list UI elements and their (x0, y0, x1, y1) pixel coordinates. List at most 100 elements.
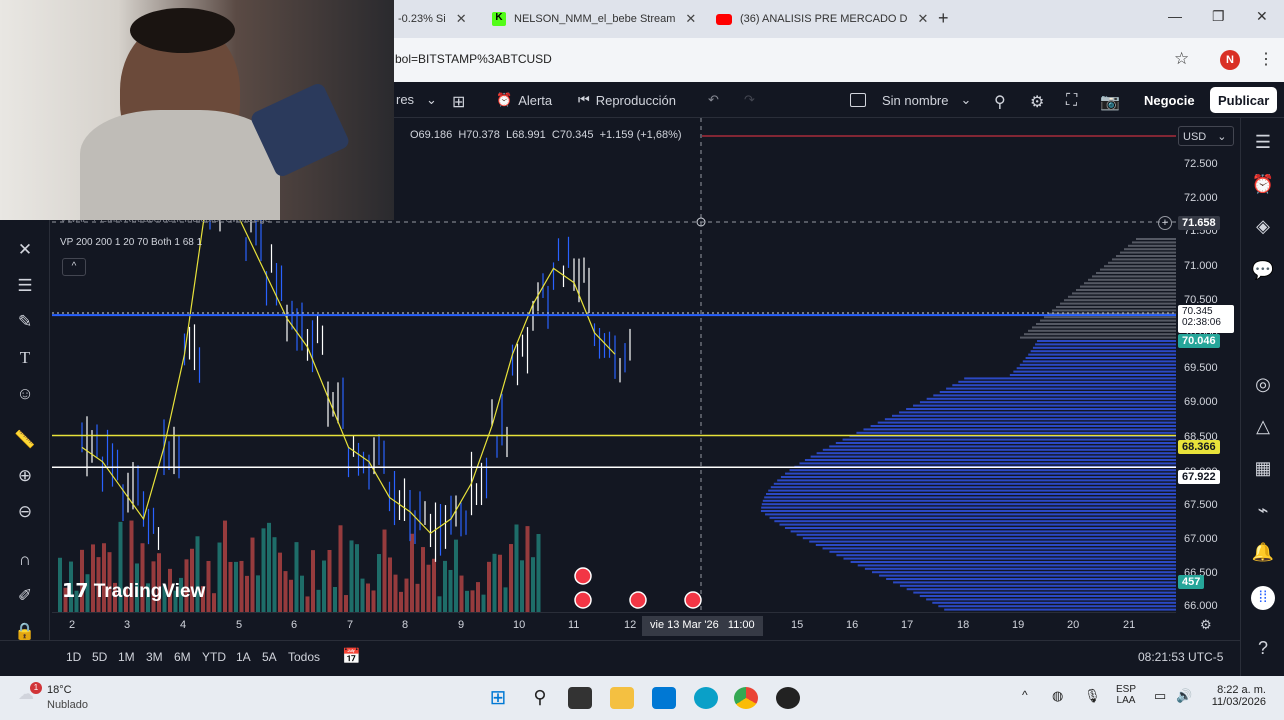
lines-tool-icon[interactable]: ☰ (12, 276, 38, 298)
time-axis[interactable] (52, 612, 1176, 638)
maximize-button[interactable]: ❐ (1212, 8, 1225, 25)
range-button-1m[interactable]: 1M (118, 650, 135, 664)
volume-profile-bar (1120, 251, 1176, 254)
lock-drawing-icon[interactable]: ✐ (12, 586, 38, 608)
event-flag-icon[interactable] (574, 567, 592, 585)
time-tick: 16 (846, 619, 859, 631)
browser-tab[interactable]: K NELSON_NMM_el_bebe Stream ✕ (492, 6, 696, 32)
close-window-button[interactable]: ✕ (1256, 8, 1268, 25)
zoom-in-icon[interactable]: ⊕ (12, 466, 38, 488)
collapse-legend-button[interactable]: ^ (62, 258, 86, 276)
time-tick: 5 (236, 619, 243, 631)
watchlist-icon[interactable]: ☰ (1251, 132, 1275, 156)
windows-start-icon[interactable]: ⊞ (486, 687, 510, 709)
close-icon[interactable]: ✕ (456, 11, 467, 27)
zoom-out-icon[interactable]: ⊖ (12, 502, 38, 524)
browser-tab[interactable]: (36) ANALISIS PRE MERCADO D ✕ (716, 6, 928, 32)
url-text[interactable]: bol=BITSTAMP%3ABTCUSD (395, 52, 552, 66)
network-icon[interactable]: ◍ (1052, 688, 1063, 704)
axis-settings-icon[interactable]: ⚙ (1200, 617, 1212, 633)
volume-profile-bar (829, 445, 1176, 448)
range-button-1d[interactable]: 1D (66, 650, 81, 664)
language-indicator[interactable]: ESP LAA (1116, 684, 1136, 706)
menu-dots-icon[interactable]: ⋮ (1258, 49, 1274, 69)
range-button-todos[interactable]: Todos (288, 650, 320, 664)
obs-icon[interactable] (776, 687, 800, 709)
layers-icon[interactable]: ◈ (1251, 216, 1275, 240)
search-icon[interactable]: ⚲ (528, 687, 552, 709)
gear-icon[interactable]: ⚙ (1030, 92, 1044, 112)
calendar-icon[interactable]: ▦ (1251, 458, 1275, 482)
event-flag-icon[interactable] (629, 591, 647, 609)
volume-icon[interactable]: 🔊 (1176, 688, 1192, 704)
broadcast-icon[interactable]: ⌁ (1251, 500, 1275, 524)
event-flag-icon[interactable] (684, 591, 702, 609)
replay-button[interactable]: ⏮ Reproducción (578, 92, 676, 108)
redo-icon[interactable]: ↷ (744, 92, 755, 108)
tab-title: NELSON_NMM_el_bebe Stream (514, 13, 676, 25)
fullscreen-icon[interactable]: ⛶ (1066, 92, 1077, 110)
alarm-clock-icon[interactable]: ⏰ (1251, 174, 1275, 198)
cross-tool-icon[interactable]: ✕ (12, 240, 38, 262)
camera-icon[interactable]: 📷 (1100, 92, 1120, 112)
store-icon[interactable] (652, 687, 676, 709)
star-icon[interactable]: ☆ (1174, 49, 1189, 69)
range-button-5d[interactable]: 5D (92, 650, 107, 664)
volume-bar (272, 537, 277, 612)
add-alert-icon[interactable]: + (1158, 216, 1172, 230)
alert-button[interactable]: ⏰ Alerta (496, 92, 552, 108)
notification-badge: 1 (30, 682, 42, 694)
file-explorer-icon[interactable] (610, 687, 634, 709)
volume-profile-bar (1096, 272, 1176, 274)
publish-button[interactable]: Publicar (1210, 87, 1278, 113)
text-tool-icon[interactable]: T (12, 348, 38, 370)
utc-clock[interactable]: 08:21:53 UTC-5 (1138, 650, 1223, 664)
display-icon[interactable]: ▭ (1154, 688, 1166, 704)
weather-temp[interactable]: 18°C (47, 684, 72, 696)
target-icon[interactable]: ◎ (1251, 374, 1275, 398)
event-flag-icon[interactable] (574, 591, 592, 609)
layout-selector[interactable]: Sin nombre ⌄ (850, 92, 971, 108)
volume-profile-legend[interactable]: VP 200 200 1 20 70 Both 1 68 1 (60, 237, 202, 248)
profile-avatar[interactable]: N (1220, 50, 1240, 70)
range-button-ytd[interactable]: YTD (202, 650, 226, 664)
undo-icon[interactable]: ↶ (708, 92, 719, 108)
layout-grid-icon[interactable]: ⊞ (452, 92, 465, 112)
range-button-1a[interactable]: 1A (236, 650, 251, 664)
volume-profile-bar (1108, 261, 1176, 264)
range-button-5a[interactable]: 5A (262, 650, 277, 664)
browser-tab[interactable]: -0.23% Si ✕ (398, 6, 467, 32)
bell-icon[interactable]: 🔔 (1251, 542, 1275, 566)
triangle-icon[interactable]: △ (1251, 416, 1275, 440)
currency-selector[interactable]: USD ⌄ (1178, 126, 1234, 146)
calendar-range-icon[interactable]: 📅 (342, 647, 361, 665)
close-icon[interactable]: ✕ (918, 11, 929, 27)
new-tab-button[interactable]: + (938, 8, 949, 29)
chat-icon[interactable]: 💬 (1251, 260, 1275, 284)
range-button-6m[interactable]: 6M (174, 650, 191, 664)
chrome-icon[interactable] (734, 687, 758, 709)
close-icon[interactable]: ✕ (685, 11, 696, 27)
trade-button[interactable]: Negocie (1134, 88, 1205, 112)
chevron-up-icon[interactable]: ^ (1022, 688, 1028, 702)
emoji-tool-icon[interactable]: ☺ (12, 384, 38, 406)
volume-profile-bar (913, 404, 1176, 407)
brush-tool-icon[interactable]: ✎ (12, 312, 38, 334)
apps-grid-icon[interactable]: ⁞⁞ (1251, 586, 1275, 610)
magnet-icon[interactable]: ∩ (12, 550, 38, 572)
chevron-down-icon[interactable]: ⌄ (426, 92, 437, 108)
range-button-3m[interactable]: 3M (146, 650, 163, 664)
ruler-icon[interactable]: 📏 (12, 430, 38, 452)
minimize-button[interactable]: — (1168, 8, 1182, 24)
price-tick: 71.000 (1184, 260, 1218, 272)
task-view-icon[interactable] (568, 687, 592, 709)
help-icon[interactable]: ? (1251, 638, 1275, 662)
edge-icon[interactable] (694, 687, 718, 709)
indicators-button[interactable]: res (396, 92, 414, 107)
price-tick: 72.000 (1184, 192, 1218, 204)
search-icon[interactable]: ⚲ (994, 92, 1006, 112)
microphone-icon[interactable]: 🎙 (1084, 688, 1101, 704)
system-clock[interactable]: 8:22 a. m. 11/03/2026 (1206, 684, 1266, 708)
volume-profile-bar (1092, 275, 1176, 278)
volume-profile-bar (809, 540, 1176, 543)
